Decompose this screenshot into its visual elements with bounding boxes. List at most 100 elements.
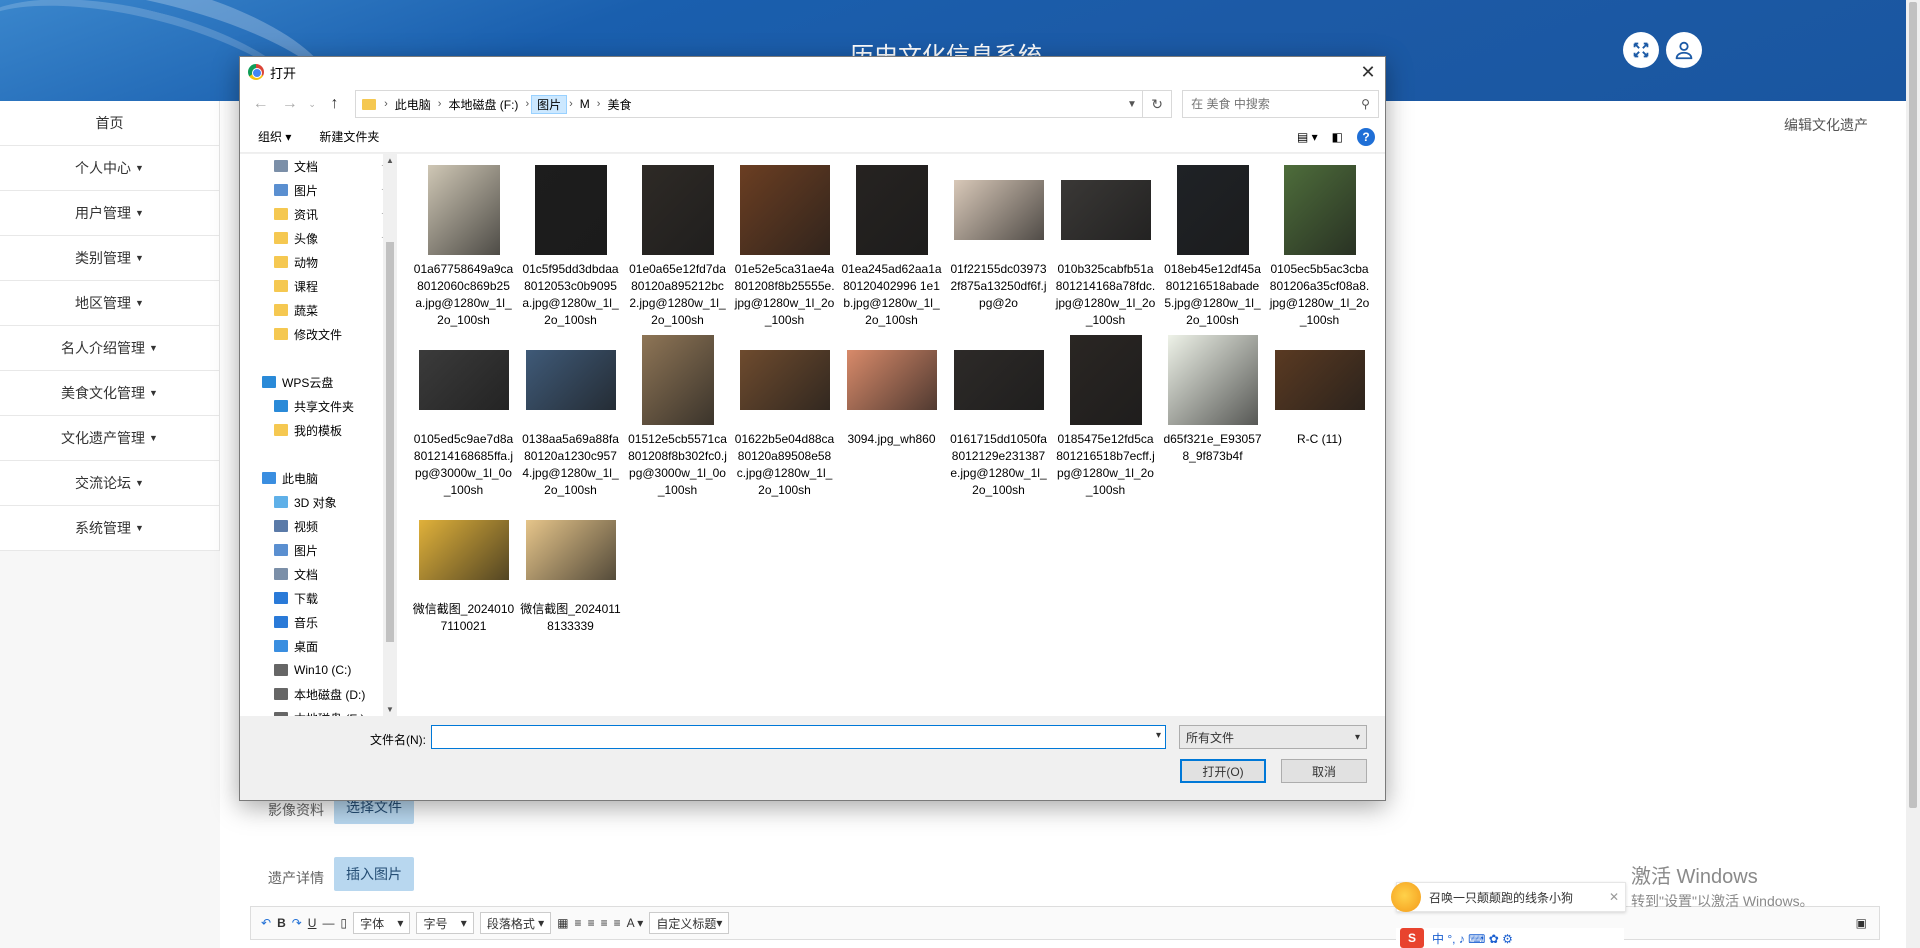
sidebar-item-home[interactable]: 首页 — [0, 101, 219, 146]
chevron-right-icon[interactable]: › — [595, 98, 603, 110]
paragraph-select[interactable]: 段落格式 ▾ — [479, 912, 552, 934]
tree-item[interactable]: 修改文件 — [240, 322, 397, 346]
user-button[interactable] — [1666, 32, 1702, 68]
close-button[interactable]: ✕ — [1351, 57, 1385, 87]
scroll-up-icon[interactable]: ▲ — [383, 156, 397, 165]
help-icon[interactable]: ? — [1357, 127, 1375, 146]
ime-toolbar[interactable]: S 中 °, ♪ ⌨ ✿ ⚙ — [1396, 928, 1624, 948]
file-item[interactable]: 0105ec5b5ac3cba801206a35cf08a8.jpg@1280w… — [1266, 162, 1373, 332]
align-center-icon[interactable]: ≡ — [588, 916, 595, 930]
chevron-right-icon[interactable]: › — [567, 98, 575, 110]
recent-dropdown-icon[interactable]: ⌄ — [304, 99, 320, 110]
filename-field[interactable]: ▾ — [431, 725, 1166, 749]
scrollbar-thumb[interactable] — [1909, 2, 1917, 808]
font-select[interactable]: 字体 ▾ — [353, 912, 411, 934]
sidebar-item-category[interactable]: 类别管理 ▼ — [0, 236, 219, 281]
sidebar-item-system[interactable]: 系统管理 ▼ — [0, 506, 219, 551]
tree-scrollbar-thumb[interactable] — [386, 242, 394, 642]
file-item[interactable]: 0105ed5c9ae7d8a801214168685ffa.jpg@3000w… — [410, 332, 517, 502]
file-item[interactable]: 01f22155dc039732f875a13250df6f.jpg@2o — [945, 162, 1052, 332]
tree-item[interactable]: 共享文件夹 — [240, 394, 397, 418]
undo-icon[interactable]: ↶ — [261, 916, 271, 930]
tree-item[interactable]: 音乐 — [240, 610, 397, 634]
bold-icon[interactable]: B — [277, 916, 286, 930]
tree-item[interactable]: 动物 — [240, 250, 397, 274]
chevron-down-icon[interactable]: ▼ — [1122, 99, 1142, 110]
filetype-select[interactable]: 所有文件 ▾ — [1179, 725, 1367, 749]
font-color-icon[interactable]: A ▾ — [627, 916, 644, 930]
scroll-down-icon[interactable]: ▼ — [383, 705, 397, 714]
cancel-button[interactable]: 取消 — [1281, 759, 1367, 783]
close-icon[interactable]: ✕ — [1609, 890, 1619, 904]
file-item[interactable]: d65f321e_E930578_9f873b4f — [1159, 332, 1266, 502]
path-segment-m[interactable]: M — [575, 97, 595, 111]
insert-image-button[interactable]: 插入图片 — [334, 857, 414, 891]
sidebar-item-users[interactable]: 用户管理 ▼ — [0, 191, 219, 236]
tree-item[interactable]: 文档 — [240, 562, 397, 586]
file-item[interactable]: R-C (11) — [1266, 332, 1373, 502]
file-item[interactable]: 01c5f95dd3dbdaa8012053c0b9095a.jpg@1280w… — [517, 162, 624, 332]
file-item[interactable]: 0161715dd1050fa8012129e231387e.jpg@1280w… — [945, 332, 1052, 502]
file-item[interactable]: 0185475e12fd5ca801216518b7ecff.jpg@1280w… — [1052, 332, 1159, 502]
organize-menu[interactable]: 组织 ▾ — [258, 128, 291, 145]
align-left-icon[interactable]: ≡ — [575, 916, 582, 930]
chevron-right-icon[interactable]: › — [523, 98, 531, 110]
view-menu-icon[interactable]: ▤ ▾ — [1297, 130, 1318, 144]
size-select[interactable]: 字号 ▾ — [416, 912, 474, 934]
sidebar-item-forum[interactable]: 交流论坛 ▼ — [0, 461, 219, 506]
preview-pane-icon[interactable]: ◧ — [1332, 130, 1343, 144]
tree-item[interactable]: 文档✦ — [240, 154, 397, 178]
path-segment-drive[interactable]: 本地磁盘 (F:) — [443, 96, 523, 113]
file-item[interactable]: 018eb45e12df45a801216518abade5.jpg@1280w… — [1159, 162, 1266, 332]
file-item[interactable]: 01512e5cb5571ca801208f8b302fc0.jpg@3000w… — [624, 332, 731, 502]
sidebar-item-food[interactable]: 美食文化管理 ▼ — [0, 371, 219, 416]
path-segment-pictures[interactable]: 图片 — [531, 94, 568, 114]
tree-item[interactable]: 我的模板 — [240, 418, 397, 442]
tree-item[interactable]: 此电脑 — [240, 466, 397, 490]
back-button[interactable]: ← — [246, 95, 275, 113]
sidebar-item-personal[interactable]: 个人中心 ▼ — [0, 146, 219, 191]
tree-scrollbar[interactable]: ▲ ▼ — [383, 154, 397, 716]
file-item[interactable]: 3094.jpg_wh860 — [838, 332, 945, 502]
file-item[interactable]: 010b325cabfb51a801214168a78fdc.jpg@1280w… — [1052, 162, 1159, 332]
search-input[interactable] — [1191, 97, 1362, 111]
search-box[interactable]: ⚲ — [1182, 90, 1379, 118]
tree-item[interactable]: 本地磁盘 (D:) — [240, 682, 397, 706]
chevron-right-icon[interactable]: › — [382, 98, 390, 110]
refresh-button[interactable]: ↻ — [1142, 90, 1173, 118]
file-item[interactable]: 01ea245ad62aa1a80120402996 1e1b.jpg@1280… — [838, 162, 945, 332]
tree-item[interactable]: WPS云盘 — [240, 370, 397, 394]
up-button[interactable]: ↑ — [320, 95, 349, 113]
sidebar-item-region[interactable]: 地区管理 ▼ — [0, 281, 219, 326]
filename-input[interactable] — [432, 726, 1142, 748]
file-item[interactable]: 01a67758649a9ca8012060c869b25a.jpg@1280w… — [410, 162, 517, 332]
tree-item[interactable]: 课程 — [240, 274, 397, 298]
tree-item[interactable]: 头像✦ — [240, 226, 397, 250]
hr-icon[interactable]: — — [322, 916, 334, 930]
path-segment-food[interactable]: 美食 — [602, 96, 636, 113]
forward-button[interactable]: → — [275, 95, 304, 113]
file-item[interactable]: 01e0a65e12fd7da80120a895212bc2.jpg@1280w… — [624, 162, 731, 332]
table-icon[interactable]: ▦ — [557, 916, 568, 930]
fullscreen-button[interactable] — [1623, 32, 1659, 68]
tree-item[interactable]: 3D 对象 — [240, 490, 397, 514]
sidebar-item-heritage[interactable]: 文化遗产管理 ▼ — [0, 416, 219, 461]
tree-item[interactable]: 图片 — [240, 538, 397, 562]
ime-tooltip[interactable]: 召唤一只颠颠跑的线条小狗 ✕ — [1391, 882, 1626, 912]
open-button[interactable]: 打开(O) — [1180, 759, 1266, 783]
tree-item[interactable]: 下载 — [240, 586, 397, 610]
align-justify-icon[interactable]: ≡ — [614, 916, 621, 930]
chevron-down-icon[interactable]: ▾ — [1156, 730, 1161, 741]
file-item[interactable]: 微信截图_20240118133339 — [517, 502, 624, 672]
custom-title-select[interactable]: 自定义标题 ▾ — [649, 912, 730, 934]
tree-item[interactable]: 桌面 — [240, 634, 397, 658]
sidebar-item-celebrity[interactable]: 名人介绍管理 ▼ — [0, 326, 219, 371]
redo-icon[interactable]: ↷ — [292, 916, 302, 930]
chevron-right-icon[interactable]: › — [436, 98, 444, 110]
tree-item[interactable]: Win10 (C:) — [240, 658, 397, 682]
tree-item[interactable]: 图片✦ — [240, 178, 397, 202]
page-scrollbar[interactable] — [1906, 0, 1920, 948]
file-item[interactable]: 01e52e5ca31ae4a801208f8b25555e.jpg@1280w… — [731, 162, 838, 332]
file-item[interactable]: 01622b5e04d88ca80120a89508e58c.jpg@1280w… — [731, 332, 838, 502]
address-bar[interactable]: › 此电脑 › 本地磁盘 (F:) › 图片 › M › 美食 ▼ — [355, 90, 1143, 118]
